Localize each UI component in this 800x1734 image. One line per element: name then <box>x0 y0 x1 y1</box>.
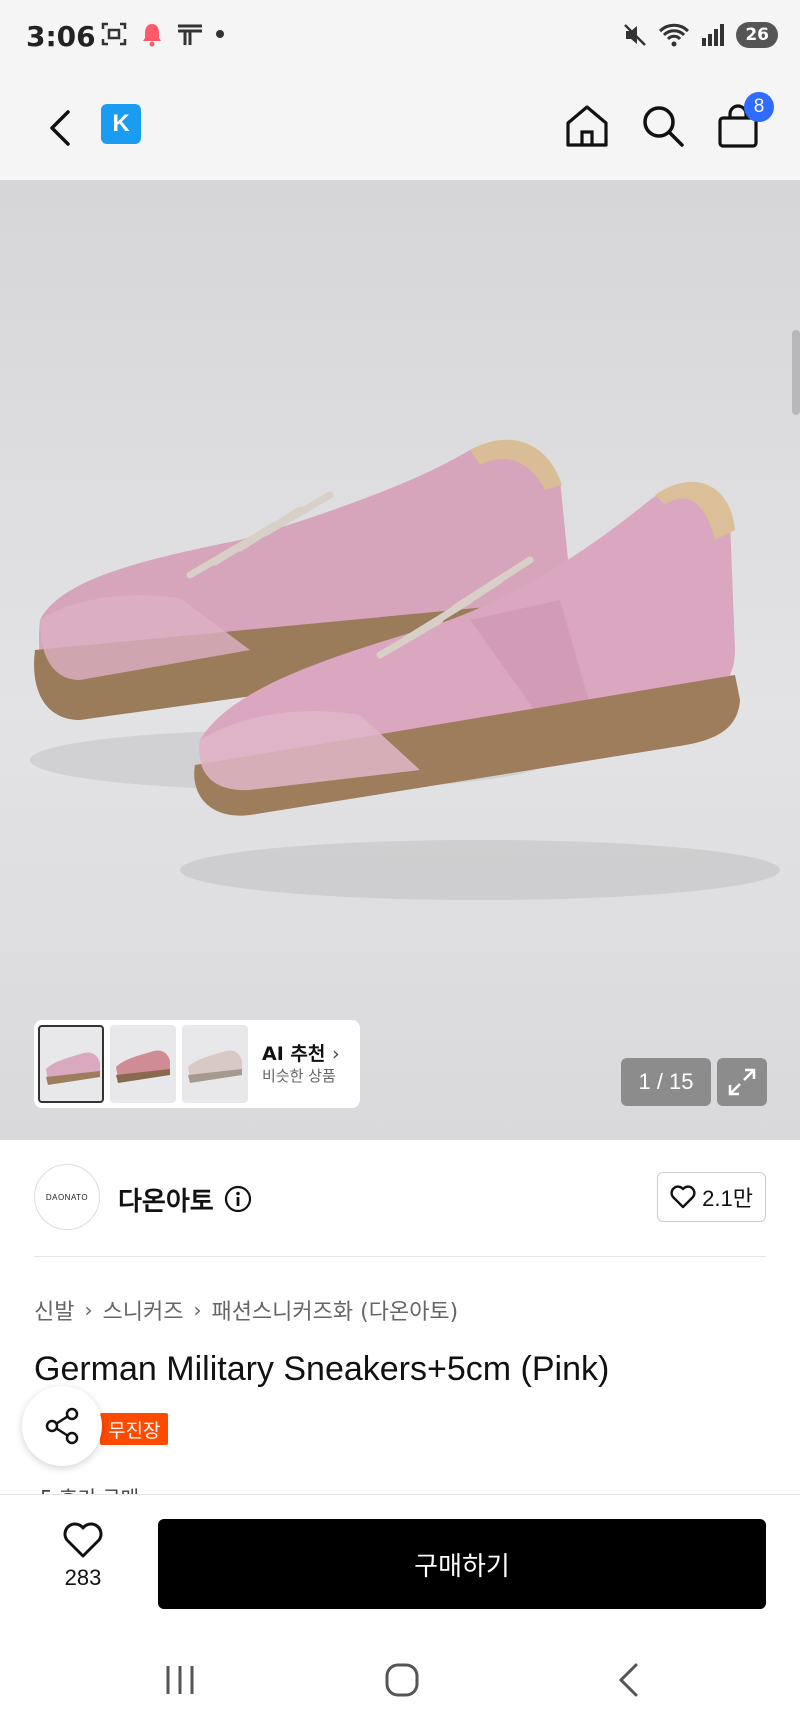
chevron-right-icon: › <box>193 1298 202 1322</box>
breadcrumb: 신발 › 스니커즈 › 패션스니커즈화 (다온아토) <box>34 1294 458 1326</box>
chevron-right-icon: › <box>331 1042 340 1065</box>
page-scroll-indicator <box>792 330 800 415</box>
thumbnail-1[interactable] <box>38 1025 104 1103</box>
wishlist-button[interactable]: 283 <box>48 1521 118 1591</box>
breadcrumb-item[interactable]: 신발 <box>34 1294 74 1326</box>
system-navigation-bar <box>0 1624 800 1734</box>
app-header: K 8 <box>0 78 800 180</box>
breadcrumb-item[interactable]: 스니커즈 <box>102 1294 183 1326</box>
product-photo-sneakers <box>30 439 780 900</box>
bottom-action-bar: 283 구매하기 <box>0 1494 800 1624</box>
home-nav-button[interactable] <box>372 1652 432 1708</box>
status-bar: 3:06 26 <box>0 0 800 78</box>
expand-icon <box>728 1068 756 1096</box>
product-title: German Military Sneakers+5cm (Pink) <box>34 1350 610 1388</box>
search-button[interactable] <box>637 100 689 152</box>
brand-row: DAONATO 다온아토 2.1만 <box>34 1164 766 1232</box>
cart-count-badge: 8 <box>744 92 774 122</box>
status-notification-icons <box>100 20 224 48</box>
home-icon <box>566 105 608 147</box>
app-notification-icon <box>143 24 161 47</box>
thumbnail-sneaker-image <box>116 1050 170 1083</box>
wishlist-count: 283 <box>64 1565 102 1590</box>
home-button[interactable] <box>561 100 613 152</box>
more-dot-icon <box>216 30 224 38</box>
app-logo[interactable]: K <box>101 104 141 144</box>
brand-like-button[interactable]: 2.1만 <box>657 1172 766 1222</box>
cart-button[interactable]: 8 <box>712 92 774 152</box>
signal-icon <box>702 24 725 46</box>
back-nav-icon <box>618 1663 638 1697</box>
heart-icon <box>63 1522 103 1558</box>
battery-indicator: 26 <box>736 22 778 48</box>
back-nav-button[interactable] <box>598 1652 658 1708</box>
product-tag-badge: 무진장 <box>100 1413 169 1445</box>
thumbnail-3[interactable] <box>182 1025 248 1103</box>
expand-image-button[interactable] <box>717 1058 767 1106</box>
home-nav-icon <box>385 1663 419 1697</box>
image-counter: 1 / 15 <box>621 1058 711 1106</box>
divider <box>34 1256 766 1257</box>
brand-name[interactable]: 다온아토 <box>118 1181 214 1218</box>
thumbnail-sneaker-image <box>46 1052 100 1085</box>
status-system-icons: 26 <box>622 22 778 48</box>
search-icon <box>643 106 684 147</box>
brand-logo[interactable]: DAONATO <box>34 1164 100 1230</box>
recent-apps-button[interactable] <box>150 1652 210 1708</box>
share-button[interactable] <box>22 1386 102 1466</box>
ai-recommend-title: AI 추천 › <box>262 1042 340 1067</box>
screenshot-icon <box>101 22 127 46</box>
chevron-left-icon <box>50 110 70 146</box>
heart-icon <box>670 1185 696 1209</box>
info-icon[interactable] <box>224 1185 252 1213</box>
share-icon <box>45 1407 79 1445</box>
thumbnail-2[interactable] <box>110 1025 176 1103</box>
mute-icon <box>624 24 647 46</box>
thumbnail-sneaker-image <box>188 1050 242 1083</box>
ai-recommend-link[interactable]: AI 추천 › 비슷한 상품 <box>262 1042 340 1086</box>
chevron-right-icon: › <box>84 1298 93 1322</box>
status-time: 3:06 <box>26 20 96 53</box>
breadcrumb-item[interactable]: 패션스니커즈화 (다온아토) <box>211 1294 458 1326</box>
ai-recommend-label: AI 추천 <box>262 1042 326 1065</box>
back-button[interactable] <box>40 104 80 152</box>
recent-apps-icon <box>166 1666 194 1694</box>
ai-recommend-subtitle: 비슷한 상품 <box>262 1066 336 1085</box>
wifi-icon <box>659 23 690 47</box>
brand-like-count: 2.1만 <box>702 1186 753 1211</box>
related-thumbnails: AI 추천 › 비슷한 상품 <box>34 1020 360 1108</box>
product-image-gallery[interactable]: AI 추천 › 비슷한 상품 1 / 15 <box>0 180 800 1140</box>
t-app-icon <box>178 24 202 45</box>
buy-button[interactable]: 구매하기 <box>158 1519 766 1609</box>
